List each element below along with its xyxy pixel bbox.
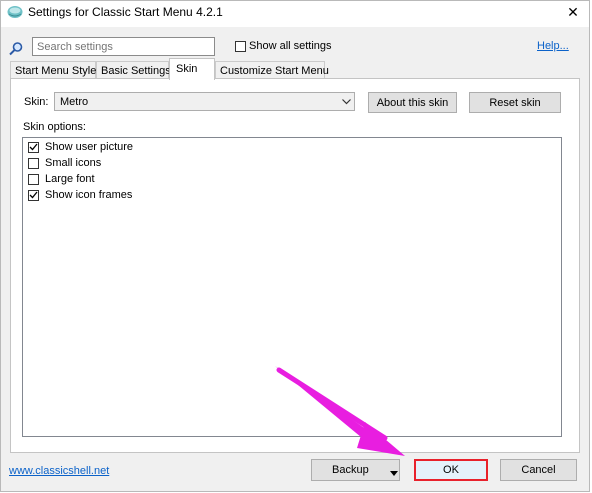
classicshell-website-link[interactable]: www.classicshell.net: [9, 465, 109, 477]
option-label: Small icons: [45, 157, 102, 169]
option-checkbox[interactable]: [28, 189, 39, 201]
option-checkbox[interactable]: [28, 141, 39, 153]
show-all-settings-label: Show all settings: [249, 40, 332, 52]
skin-dropdown-value: Metro: [60, 95, 89, 108]
skin-label: Skin:: [24, 96, 49, 108]
option-show-icon-frames[interactable]: Show icon frames: [28, 189, 132, 201]
search-input[interactable]: [32, 37, 215, 56]
cancel-button[interactable]: Cancel: [500, 459, 577, 481]
option-label: Show icon frames: [45, 189, 133, 201]
help-link[interactable]: Help...: [537, 40, 569, 52]
window-title: Settings for Classic Start Menu 4.2.1: [28, 5, 223, 19]
option-show-user-picture[interactable]: Show user picture: [28, 141, 133, 153]
about-this-skin-button[interactable]: About this skin: [368, 92, 457, 113]
backup-button[interactable]: Backup: [311, 459, 400, 481]
close-icon[interactable]: ✕: [567, 4, 579, 21]
tab-basic-settings[interactable]: Basic Settings: [96, 61, 171, 79]
tab-customize-start-menu[interactable]: Customize Start Menu: [215, 61, 329, 79]
chevron-down-icon: [338, 98, 354, 105]
dropdown-arrow-icon[interactable]: [390, 467, 398, 479]
checkmark-icon: [29, 143, 38, 151]
annotation-arrow: [275, 366, 405, 456]
reset-skin-button[interactable]: Reset skin: [469, 92, 561, 113]
skin-dropdown[interactable]: Metro: [54, 92, 355, 111]
option-checkbox[interactable]: [28, 173, 39, 185]
search-icon: [8, 41, 24, 57]
classic-shell-icon: [7, 5, 23, 19]
ok-button[interactable]: OK: [414, 459, 488, 481]
option-checkbox[interactable]: [28, 157, 39, 169]
skin-options-label: Skin options:: [23, 121, 86, 133]
tab-start-menu-style[interactable]: Start Menu Style: [10, 61, 96, 79]
tab-skin[interactable]: Skin: [169, 58, 215, 80]
option-label: Large font: [45, 173, 95, 185]
option-label: Show user picture: [45, 141, 134, 153]
show-all-settings-checkbox[interactable]: [235, 41, 246, 52]
option-small-icons[interactable]: Small icons: [28, 157, 101, 169]
option-large-font[interactable]: Large font: [28, 173, 95, 185]
checkmark-icon: [29, 191, 38, 199]
close-button[interactable]: ✕: [558, 1, 588, 23]
